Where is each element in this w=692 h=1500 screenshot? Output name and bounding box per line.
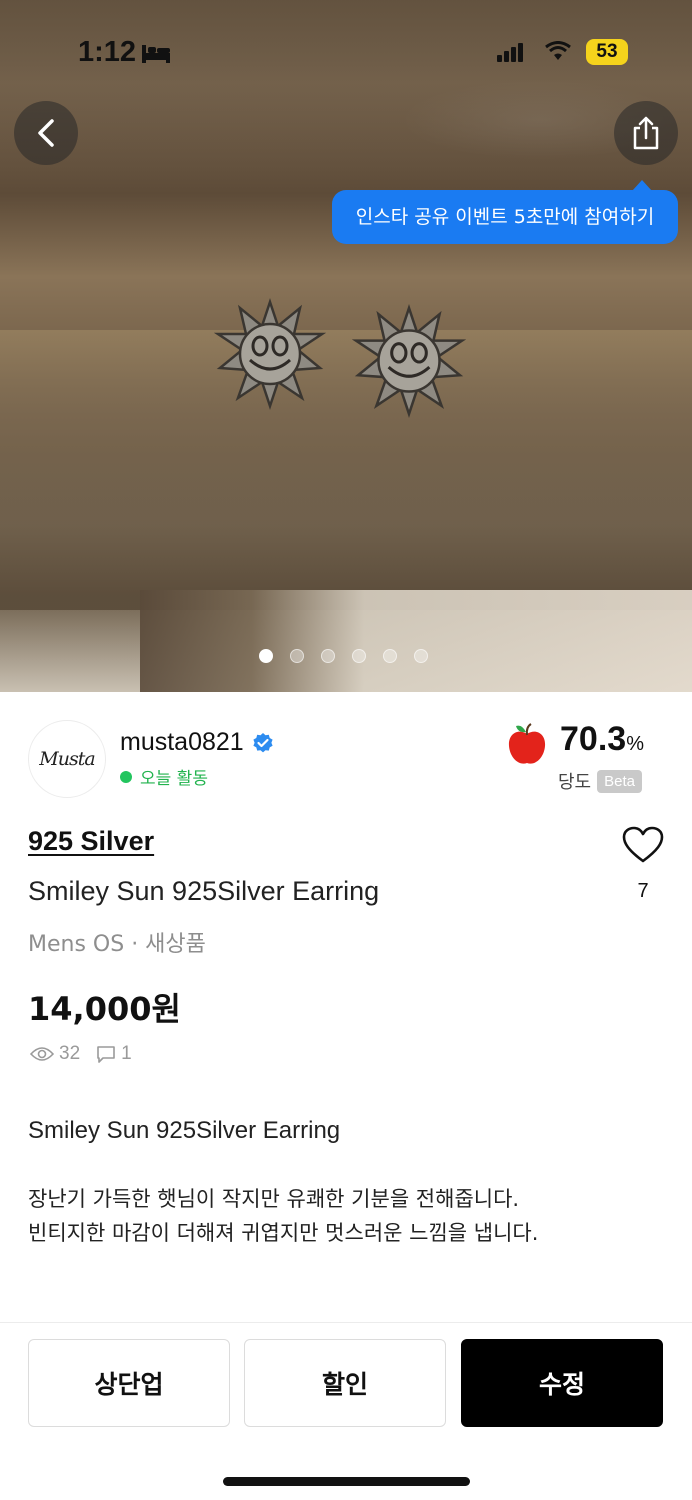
verified-icon: [253, 732, 273, 752]
wifi-icon: [545, 41, 571, 60]
like-button[interactable]: 7: [620, 826, 666, 903]
brand-link[interactable]: 925 Silver: [28, 826, 154, 857]
back-button[interactable]: [14, 101, 78, 165]
product-description: Smiley Sun 925Silver Earring 장난기 가득한 햇님이…: [28, 1114, 658, 1250]
description-line: Smiley Sun 925Silver Earring: [28, 1117, 341, 1144]
bump-button[interactable]: 상단업: [28, 1339, 230, 1427]
activity-status: 오늘 활동: [120, 764, 208, 789]
sweetness-number: 70.3: [560, 720, 627, 758]
bottom-action-bar: 상단업 할인 수정: [0, 1322, 692, 1500]
product-stats: 32 1: [30, 1043, 142, 1065]
share-icon: [633, 116, 659, 150]
activity-label: 오늘 활동: [140, 769, 208, 789]
image-background-blur: [140, 590, 692, 692]
pagination-dot[interactable]: [383, 649, 397, 663]
carousel-pagination: [259, 649, 428, 663]
share-button[interactable]: [614, 101, 678, 165]
status-bar: 1:12 53: [0, 30, 692, 74]
product-meta: Mens OS · 새상품: [28, 932, 206, 957]
sweetness-value: 70.3%: [560, 720, 644, 759]
pagination-dot[interactable]: [321, 649, 335, 663]
image-top-shade: [0, 0, 692, 180]
pagination-dot[interactable]: [290, 649, 304, 663]
battery-indicator: 53: [586, 39, 628, 65]
sweetness-label: 당도: [558, 772, 592, 793]
signal-icon: [497, 43, 523, 62]
online-dot-icon: [120, 770, 132, 783]
pagination-dot[interactable]: [259, 649, 273, 663]
seller-info[interactable]: Musta musta0821 오늘 활동 70.3% 당도 Beta: [28, 720, 664, 800]
seller-name-row[interactable]: musta0821: [120, 728, 274, 757]
share-event-tooltip[interactable]: 인스타 공유 이벤트 5초만에 참여하기: [332, 180, 678, 244]
status-time: 1:12: [78, 36, 137, 68]
earring-right-image: [352, 304, 466, 418]
comments-stat: 1: [96, 1043, 132, 1065]
earring-left-image: [214, 298, 326, 410]
like-count: 7: [637, 880, 649, 902]
comments-count: 1: [121, 1043, 132, 1064]
sweetness-score[interactable]: 70.3% 당도 Beta: [504, 720, 664, 800]
comment-icon: [97, 1046, 115, 1063]
product-price: 14,000원: [28, 990, 181, 1028]
sweetness-label-row: 당도 Beta: [558, 768, 642, 794]
description-line: 빈티지한 마감이 더해져 귀엽지만 멋스러운 느낌을 냅니다.: [28, 1221, 539, 1245]
image-background-ledge: [0, 330, 692, 610]
bed-icon: [142, 45, 170, 63]
pagination-dot[interactable]: [414, 649, 428, 663]
avatar[interactable]: Musta: [28, 720, 106, 798]
views-stat: 32: [30, 1043, 80, 1065]
eye-icon: [30, 1047, 54, 1061]
seller-name[interactable]: musta0821: [120, 728, 244, 757]
apple-icon: [508, 723, 546, 764]
product-image-carousel[interactable]: 1:12 53 인스타 공유 이벤트 5초만에 참여하기: [0, 0, 692, 692]
beta-badge: Beta: [597, 769, 642, 793]
discount-button[interactable]: 할인: [244, 1339, 446, 1427]
edit-button[interactable]: 수정: [461, 1339, 663, 1427]
home-indicator[interactable]: [223, 1477, 470, 1486]
sweetness-unit: %: [626, 733, 644, 755]
avatar-logo: Musta: [39, 748, 95, 770]
pagination-dot[interactable]: [352, 649, 366, 663]
views-count: 32: [59, 1043, 81, 1064]
heart-icon: [622, 826, 664, 863]
back-arrow-icon: [38, 119, 54, 147]
product-title: Smiley Sun 925Silver Earring: [28, 876, 380, 906]
description-line: 장난기 가득한 햇님이 작지만 유쾌한 기분을 전해줍니다.: [28, 1187, 520, 1211]
